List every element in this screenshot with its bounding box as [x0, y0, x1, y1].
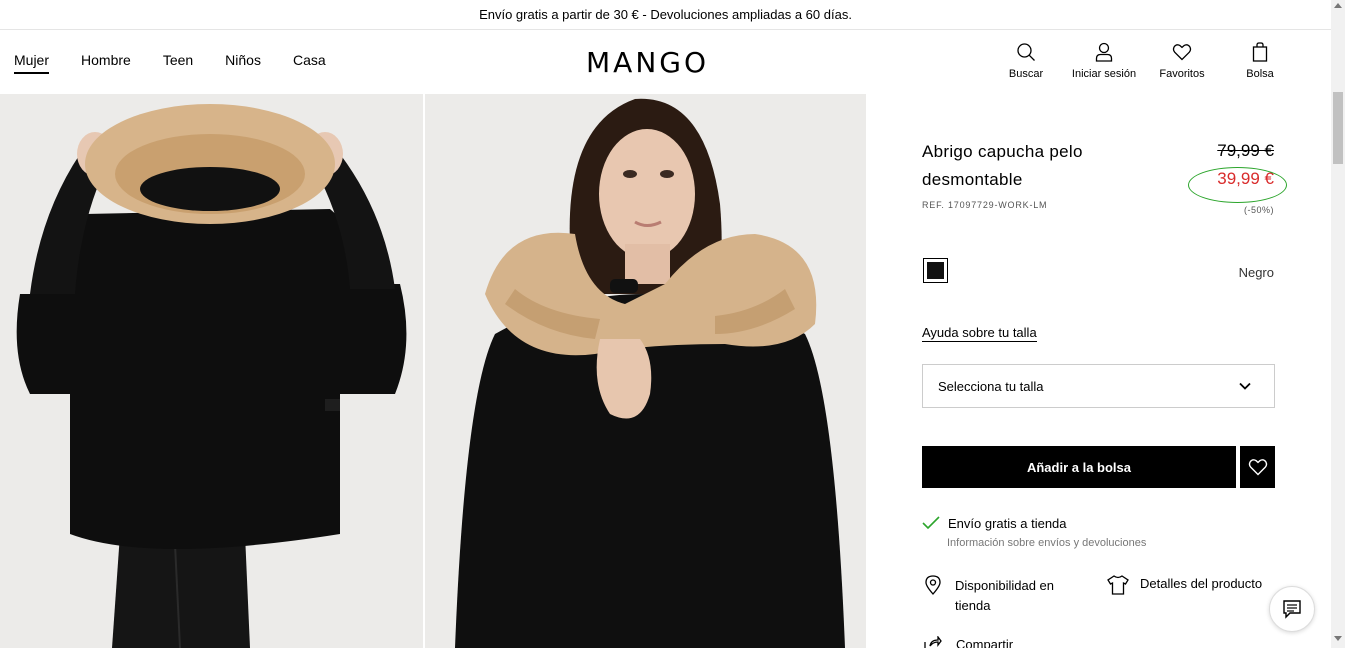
chevron-down-icon [1239, 382, 1251, 390]
size-select-label: Selecciona tu talla [938, 378, 1044, 394]
add-to-favorites-button[interactable] [1240, 446, 1275, 488]
shipping-info-link[interactable]: Información sobre envíos y devoluciones [947, 537, 1146, 549]
promo-text: Envío gratis a partir de 30 € - Devoluci… [479, 7, 852, 22]
scroll-up-arrow[interactable] [1334, 3, 1342, 8]
share-link[interactable]: Compartir [956, 637, 1013, 648]
login-button[interactable]: Iniciar sesión [1069, 42, 1139, 80]
swatch-fill [927, 262, 944, 279]
tshirt-icon [1107, 575, 1129, 595]
page-scrollbar[interactable] [1331, 0, 1345, 648]
add-to-bag-button[interactable]: Añadir a la bolsa [922, 446, 1236, 488]
header-actions: Buscar Iniciar sesión Favoritos Bolsa [0, 42, 1331, 92]
shipping-text: Envío gratis a tienda [948, 516, 1067, 531]
size-select[interactable]: Selecciona tu talla [922, 364, 1275, 408]
search-icon [1017, 43, 1035, 61]
original-price: 79,99 € [1217, 141, 1274, 160]
price-highlight-circle [1188, 167, 1287, 203]
bag-button[interactable]: Bolsa [1243, 42, 1277, 80]
scroll-down-arrow[interactable] [1334, 636, 1342, 641]
product-title: Abrigo capucha pelo desmontable [922, 142, 1083, 189]
heart-icon [1248, 459, 1267, 476]
chat-icon [1283, 600, 1301, 619]
product-ref: REF. 17097729-WORK-LM [922, 200, 1048, 210]
bag-icon [1252, 42, 1268, 62]
search-label: Buscar [1008, 68, 1044, 80]
discount-badge: (-50%) [1243, 205, 1274, 215]
product-image-back[interactable] [0, 94, 423, 648]
share-icon [924, 636, 942, 648]
color-swatch-black[interactable] [923, 258, 948, 283]
favorites-label: Favoritos [1159, 68, 1205, 80]
login-label: Iniciar sesión [1071, 68, 1137, 80]
promo-banner: Envío gratis a partir de 30 € - Devoluci… [0, 0, 1331, 30]
heart-icon [1172, 44, 1192, 61]
bag-label: Bolsa [1246, 68, 1274, 80]
location-pin-icon [925, 575, 941, 595]
check-icon [922, 516, 940, 530]
scroll-thumb[interactable] [1333, 92, 1343, 164]
add-to-bag-label: Añadir a la bolsa [1026, 459, 1132, 475]
product-image-front[interactable] [425, 94, 866, 648]
chat-button[interactable] [1269, 586, 1315, 632]
product-details-link[interactable]: Detalles del producto [1140, 576, 1262, 591]
search-button[interactable]: Buscar [1008, 42, 1044, 80]
favorites-button[interactable]: Favoritos [1157, 42, 1207, 80]
user-icon [1095, 42, 1113, 62]
size-help-link[interactable]: Ayuda sobre tu talla [922, 325, 1037, 342]
site-header: Mujer Hombre Teen Niños Casa MANGO Busca… [0, 30, 1331, 94]
color-name: Negro [1238, 265, 1274, 280]
store-availability-link[interactable]: Disponibilidad en tienda [955, 576, 1085, 616]
